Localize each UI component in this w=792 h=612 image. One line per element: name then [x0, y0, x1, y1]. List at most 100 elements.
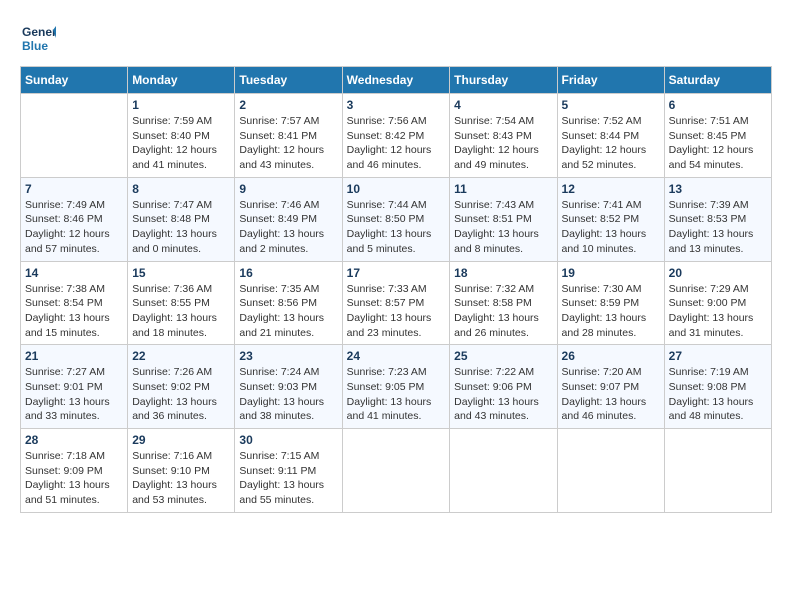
day-info: Sunrise: 7:57 AM Sunset: 8:41 PM Dayligh…: [239, 114, 337, 173]
week-row-4: 21 Sunrise: 7:27 AM Sunset: 9:01 PM Dayli…: [21, 345, 772, 429]
week-row-5: 28 Sunrise: 7:18 AM Sunset: 9:09 PM Dayli…: [21, 429, 772, 513]
col-header-wednesday: Wednesday: [342, 67, 450, 94]
day-info: Sunrise: 7:23 AM Sunset: 9:05 PM Dayligh…: [347, 365, 446, 424]
calendar-cell: 21 Sunrise: 7:27 AM Sunset: 9:01 PM Dayli…: [21, 345, 128, 429]
day-info: Sunrise: 7:47 AM Sunset: 8:48 PM Dayligh…: [132, 198, 230, 257]
day-number: 19: [562, 266, 660, 280]
day-number: 20: [669, 266, 767, 280]
calendar-cell: 25 Sunrise: 7:22 AM Sunset: 9:06 PM Dayli…: [450, 345, 557, 429]
calendar-cell: 7 Sunrise: 7:49 AM Sunset: 8:46 PM Daylig…: [21, 177, 128, 261]
day-info: Sunrise: 7:22 AM Sunset: 9:06 PM Dayligh…: [454, 365, 552, 424]
calendar-cell: [21, 94, 128, 178]
day-info: Sunrise: 7:32 AM Sunset: 8:58 PM Dayligh…: [454, 282, 552, 341]
day-number: 23: [239, 349, 337, 363]
day-info: Sunrise: 7:16 AM Sunset: 9:10 PM Dayligh…: [132, 449, 230, 508]
day-info: Sunrise: 7:29 AM Sunset: 9:00 PM Dayligh…: [669, 282, 767, 341]
calendar-cell: 23 Sunrise: 7:24 AM Sunset: 9:03 PM Dayli…: [235, 345, 342, 429]
day-number: 24: [347, 349, 446, 363]
day-info: Sunrise: 7:26 AM Sunset: 9:02 PM Dayligh…: [132, 365, 230, 424]
day-number: 5: [562, 98, 660, 112]
day-info: Sunrise: 7:24 AM Sunset: 9:03 PM Dayligh…: [239, 365, 337, 424]
calendar-cell: [450, 429, 557, 513]
day-info: Sunrise: 7:38 AM Sunset: 8:54 PM Dayligh…: [25, 282, 123, 341]
day-number: 10: [347, 182, 446, 196]
day-info: Sunrise: 7:35 AM Sunset: 8:56 PM Dayligh…: [239, 282, 337, 341]
svg-text:Blue: Blue: [22, 39, 48, 53]
calendar-cell: [342, 429, 450, 513]
day-number: 7: [25, 182, 123, 196]
day-info: Sunrise: 7:41 AM Sunset: 8:52 PM Dayligh…: [562, 198, 660, 257]
day-number: 28: [25, 433, 123, 447]
calendar-cell: 22Sunrise: 7:26 AM Sunset: 9:02 PM Dayli…: [128, 345, 235, 429]
calendar-cell: 14 Sunrise: 7:38 AM Sunset: 8:54 PM Dayli…: [21, 261, 128, 345]
day-info: Sunrise: 7:18 AM Sunset: 9:09 PM Dayligh…: [25, 449, 123, 508]
calendar-cell: 16 Sunrise: 7:35 AM Sunset: 8:56 PM Dayli…: [235, 261, 342, 345]
calendar-cell: 9Sunrise: 7:46 AM Sunset: 8:49 PM Daylig…: [235, 177, 342, 261]
day-number: 26: [562, 349, 660, 363]
day-info: Sunrise: 7:15 AM Sunset: 9:11 PM Dayligh…: [239, 449, 337, 508]
calendar-cell: 12 Sunrise: 7:41 AM Sunset: 8:52 PM Dayli…: [557, 177, 664, 261]
day-info: Sunrise: 7:39 AM Sunset: 8:53 PM Dayligh…: [669, 198, 767, 257]
day-info: Sunrise: 7:54 AM Sunset: 8:43 PM Dayligh…: [454, 114, 552, 173]
calendar-cell: 26 Sunrise: 7:20 AM Sunset: 9:07 PM Dayli…: [557, 345, 664, 429]
day-number: 18: [454, 266, 552, 280]
calendar-table: SundayMondayTuesdayWednesdayThursdayFrid…: [20, 66, 772, 513]
calendar-cell: 2 Sunrise: 7:57 AM Sunset: 8:41 PM Daylig…: [235, 94, 342, 178]
col-header-sunday: Sunday: [21, 67, 128, 94]
day-info: Sunrise: 7:56 AM Sunset: 8:42 PM Dayligh…: [347, 114, 446, 173]
logo: General Blue: [20, 20, 56, 56]
calendar-cell: 30 Sunrise: 7:15 AM Sunset: 9:11 PM Dayli…: [235, 429, 342, 513]
day-number: 16: [239, 266, 337, 280]
calendar-cell: 8 Sunrise: 7:47 AM Sunset: 8:48 PM Daylig…: [128, 177, 235, 261]
day-info: Sunrise: 7:20 AM Sunset: 9:07 PM Dayligh…: [562, 365, 660, 424]
day-number: 25: [454, 349, 552, 363]
day-info: Sunrise: 7:30 AM Sunset: 8:59 PM Dayligh…: [562, 282, 660, 341]
header-row: SundayMondayTuesdayWednesdayThursdayFrid…: [21, 67, 772, 94]
calendar-cell: 20 Sunrise: 7:29 AM Sunset: 9:00 PM Dayli…: [664, 261, 771, 345]
col-header-friday: Friday: [557, 67, 664, 94]
day-number: 14: [25, 266, 123, 280]
day-number: 11: [454, 182, 552, 196]
day-info: Sunrise: 7:52 AM Sunset: 8:44 PM Dayligh…: [562, 114, 660, 173]
day-number: 3: [347, 98, 446, 112]
day-number: 29: [132, 433, 230, 447]
calendar-cell: 4Sunrise: 7:54 AM Sunset: 8:43 PM Daylig…: [450, 94, 557, 178]
calendar-cell: 27 Sunrise: 7:19 AM Sunset: 9:08 PM Dayli…: [664, 345, 771, 429]
svg-text:General: General: [22, 25, 56, 39]
day-info: Sunrise: 7:27 AM Sunset: 9:01 PM Dayligh…: [25, 365, 123, 424]
calendar-cell: 10Sunrise: 7:44 AM Sunset: 8:50 PM Dayli…: [342, 177, 450, 261]
week-row-1: 1Sunrise: 7:59 AM Sunset: 8:40 PM Daylig…: [21, 94, 772, 178]
page-header: General Blue: [20, 20, 772, 56]
col-header-thursday: Thursday: [450, 67, 557, 94]
calendar-cell: [557, 429, 664, 513]
day-info: Sunrise: 7:19 AM Sunset: 9:08 PM Dayligh…: [669, 365, 767, 424]
day-number: 15: [132, 266, 230, 280]
calendar-cell: 18 Sunrise: 7:32 AM Sunset: 8:58 PM Dayli…: [450, 261, 557, 345]
day-number: 21: [25, 349, 123, 363]
day-info: Sunrise: 7:51 AM Sunset: 8:45 PM Dayligh…: [669, 114, 767, 173]
week-row-3: 14 Sunrise: 7:38 AM Sunset: 8:54 PM Dayli…: [21, 261, 772, 345]
calendar-cell: 13 Sunrise: 7:39 AM Sunset: 8:53 PM Dayli…: [664, 177, 771, 261]
day-number: 27: [669, 349, 767, 363]
day-number: 6: [669, 98, 767, 112]
day-number: 12: [562, 182, 660, 196]
day-number: 8: [132, 182, 230, 196]
day-info: Sunrise: 7:36 AM Sunset: 8:55 PM Dayligh…: [132, 282, 230, 341]
calendar-cell: 24 Sunrise: 7:23 AM Sunset: 9:05 PM Dayli…: [342, 345, 450, 429]
calendar-cell: 11Sunrise: 7:43 AM Sunset: 8:51 PM Dayli…: [450, 177, 557, 261]
calendar-cell: 29 Sunrise: 7:16 AM Sunset: 9:10 PM Dayli…: [128, 429, 235, 513]
day-info: Sunrise: 7:49 AM Sunset: 8:46 PM Dayligh…: [25, 198, 123, 257]
day-number: 17: [347, 266, 446, 280]
day-number: 2: [239, 98, 337, 112]
calendar-cell: [664, 429, 771, 513]
day-number: 30: [239, 433, 337, 447]
day-info: Sunrise: 7:33 AM Sunset: 8:57 PM Dayligh…: [347, 282, 446, 341]
calendar-cell: 5 Sunrise: 7:52 AM Sunset: 8:44 PM Daylig…: [557, 94, 664, 178]
col-header-tuesday: Tuesday: [235, 67, 342, 94]
calendar-cell: 3 Sunrise: 7:56 AM Sunset: 8:42 PM Daylig…: [342, 94, 450, 178]
calendar-cell: 17 Sunrise: 7:33 AM Sunset: 8:57 PM Dayli…: [342, 261, 450, 345]
calendar-cell: 1Sunrise: 7:59 AM Sunset: 8:40 PM Daylig…: [128, 94, 235, 178]
day-number: 13: [669, 182, 767, 196]
logo-icon: General Blue: [20, 20, 56, 56]
day-number: 1: [132, 98, 230, 112]
